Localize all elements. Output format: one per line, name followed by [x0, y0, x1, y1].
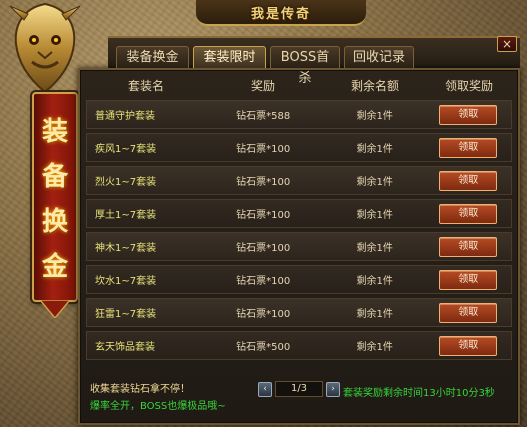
set-name: 玄天饰品套装 — [95, 342, 155, 353]
table-row: 疾风1~7套装 钻石票*100 剩余1件 领取 — [86, 133, 512, 162]
table-header: 套装名 奖励 剩余名额 领取奖励 — [86, 74, 512, 96]
header-remaining: 剩余名额 — [350, 78, 399, 93]
tab-bar: 装备换金 套装限时 BOSS首杀 回收记录 — [116, 46, 414, 86]
claim-button[interactable]: 领取 — [439, 302, 498, 323]
claim-button[interactable]: 领取 — [439, 335, 498, 356]
reward-value: 钻石票*100 — [236, 210, 291, 221]
header-reward: 奖励 — [250, 78, 275, 93]
table-row: 普通守护套装 钻石票*588 剩余1件 领取 — [86, 100, 512, 129]
banner-char: 换 — [41, 207, 68, 237]
table-row: 厚土1~7套装 钻石票*100 剩余1件 领取 — [86, 199, 512, 228]
table-row: 神木1~7套装 钻石票*100 剩余1件 领取 — [86, 232, 512, 261]
table-row: 烈火1~7套装 钻石票*100 剩余1件 领取 — [86, 166, 512, 195]
close-button[interactable]: × — [497, 36, 517, 52]
reward-value: 钻石票*100 — [236, 243, 291, 254]
table-row: 坎水1~7套装 钻石票*100 剩余1件 领取 — [86, 265, 512, 294]
reward-value: 钻石票*100 — [236, 177, 291, 188]
tab-recycle-record[interactable]: 回收记录 — [344, 46, 414, 68]
remaining-value: 剩余1件 — [356, 210, 393, 221]
remaining-value: 剩余1件 — [356, 243, 393, 254]
set-name: 狂雷1~7套装 — [95, 309, 157, 320]
remaining-value: 剩余1件 — [356, 144, 393, 155]
top-title: 我是传奇 — [250, 6, 311, 22]
remaining-value: 剩余1件 — [356, 177, 393, 188]
page-indicator: 1/3 — [275, 381, 323, 397]
banner-tassel-icon — [40, 300, 70, 318]
set-name: 普通守护套装 — [95, 111, 155, 122]
prev-page-button[interactable]: ‹ — [258, 381, 272, 397]
tab-set-limited[interactable]: 套装限时 — [193, 46, 266, 68]
side-banner: 装 备 换 金 — [32, 92, 78, 302]
footer-message-secondary: 爆率全开，BOSS也爆极品哦~ — [90, 401, 226, 412]
reward-value: 钻石票*100 — [236, 144, 291, 155]
countdown-text: 套装奖励剩余时间13小时10分3秒 — [343, 388, 495, 399]
claim-button[interactable]: 领取 — [439, 203, 498, 224]
pagination: ‹ 1/3 › — [258, 381, 340, 397]
remaining-value: 剩余1件 — [356, 309, 393, 320]
remaining-value: 剩余1件 — [356, 342, 393, 353]
table-row: 玄天饰品套装 钻石票*500 剩余1件 领取 — [86, 331, 512, 360]
claim-button[interactable]: 领取 — [439, 236, 498, 257]
claim-button[interactable]: 领取 — [439, 137, 498, 158]
set-name: 厚土1~7套装 — [95, 210, 157, 221]
banner-char: 装 — [41, 117, 68, 147]
set-name: 坎水1~7套装 — [95, 276, 157, 287]
set-name: 疾风1~7套装 — [95, 144, 157, 155]
set-name: 烈火1~7套装 — [95, 177, 157, 188]
banner-char: 金 — [41, 252, 68, 282]
set-list: 普通守护套装 钻石票*588 剩余1件 领取 疾风1~7套装 钻石票*100 剩… — [86, 100, 512, 364]
tab-boss-first-kill[interactable]: BOSS首杀 — [270, 46, 340, 86]
header-claim: 领取奖励 — [444, 78, 493, 93]
claim-button[interactable]: 领取 — [439, 104, 498, 125]
remaining-value: 剩余1件 — [356, 111, 393, 122]
top-title-ornament: 我是传奇 — [196, 0, 366, 26]
claim-button[interactable]: 领取 — [439, 170, 498, 191]
footer-message-primary: 收集套装钻石拿不停！ — [90, 384, 190, 395]
tab-equip-exchange[interactable]: 装备换金 — [116, 46, 189, 68]
next-page-button[interactable]: › — [326, 381, 340, 397]
reward-value: 钻石票*588 — [236, 111, 291, 122]
reward-value: 钻石票*100 — [236, 309, 291, 320]
table-row: 狂雷1~7套装 钻石票*100 剩余1件 领取 — [86, 298, 512, 327]
reward-value: 钻石票*500 — [236, 342, 291, 353]
header-set-name: 套装名 — [127, 78, 164, 93]
set-name: 神木1~7套装 — [95, 243, 157, 254]
remaining-value: 剩余1件 — [356, 276, 393, 287]
reward-value: 钻石票*100 — [236, 276, 291, 287]
game-window: 我是传奇 装 备 换 金 × 装备换金 套装限时 BOSS首杀 回收记录 套装名… — [0, 0, 527, 427]
dragon-head-ornament — [9, 2, 81, 94]
banner-char: 备 — [41, 162, 68, 192]
claim-button[interactable]: 领取 — [439, 269, 498, 290]
